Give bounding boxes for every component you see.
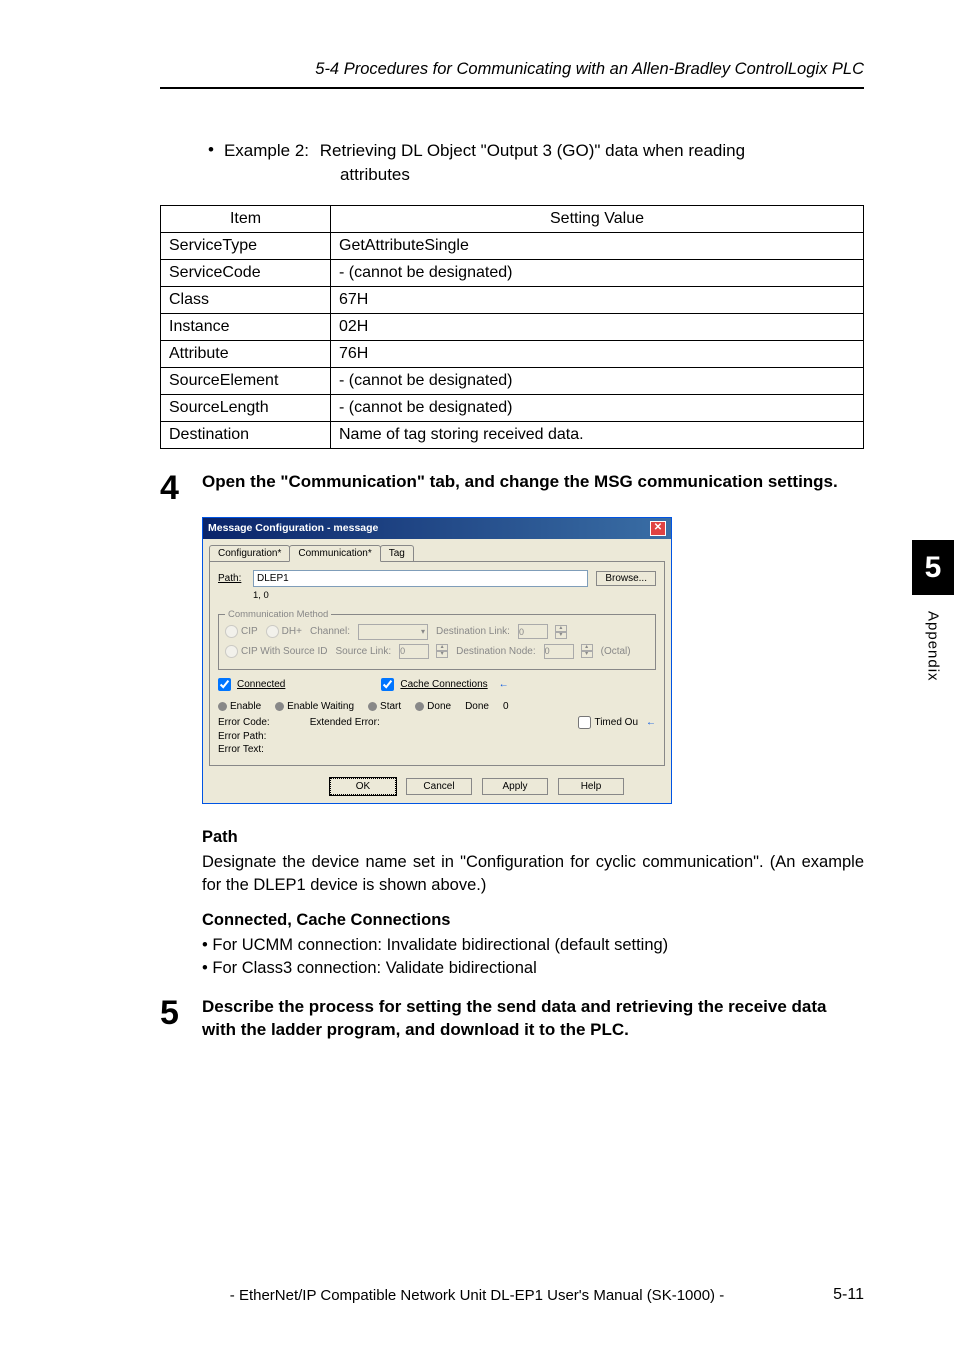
browse-button[interactable]: Browse... (596, 571, 656, 586)
channel-select: ▾ (358, 624, 428, 640)
bullet-item: For Class3 connection: Validate bidirect… (202, 957, 864, 980)
side-tab: 5 Appendix (912, 540, 954, 682)
chevron-down-icon: ▾ (421, 627, 425, 636)
dialog-body: Path: Browse... 1, 0 Communication Metho… (209, 561, 665, 766)
th-item: Item (161, 205, 331, 232)
status-row: Enable Enable Waiting Start Done Done 0 (218, 701, 656, 712)
comm-method-fieldset: Communication Method CIP DH+ Channel: ▾ … (218, 609, 656, 670)
tab-communication[interactable]: Communication* (289, 545, 380, 562)
channel-label: Channel: (310, 626, 350, 637)
led-icon (368, 702, 377, 711)
example-block: • Example 2: Retrieving DL Object "Outpu… (208, 139, 864, 187)
table-row: Class67H (161, 286, 864, 313)
dialog-title: Message Configuration - message (208, 522, 378, 534)
path-input[interactable] (253, 570, 588, 587)
comm-method-legend: Communication Method (225, 609, 331, 620)
bullet-item: For UCMM connection: Invalidate bidirect… (202, 934, 864, 957)
cache-checkbox[interactable] (381, 678, 394, 691)
close-icon[interactable]: ✕ (650, 521, 666, 536)
page-number: 5-11 (833, 1286, 864, 1304)
cancel-button[interactable]: Cancel (406, 778, 472, 795)
radio-cip (225, 625, 238, 638)
side-tab-num: 5 (912, 540, 954, 595)
example-label: Example 2: (224, 141, 309, 160)
source-link-label: Source Link: (336, 646, 392, 657)
bullet-icon: • (208, 139, 214, 160)
connected-heading: Connected, Cache Connections (202, 909, 864, 932)
step-4: 4 Open the "Communication" tab, and chan… (160, 471, 864, 505)
table-row: DestinationName of tag storing received … (161, 421, 864, 448)
error-text-label: Error Text: (218, 744, 656, 755)
timed-out-checkbox[interactable] (578, 716, 591, 729)
step-number: 5 (160, 996, 184, 1030)
tab-tag[interactable]: Tag (380, 545, 414, 561)
example-text-line2: attributes (340, 163, 745, 187)
step-text: Describe the process for setting the sen… (202, 996, 864, 1042)
step-5: 5 Describe the process for setting the s… (160, 996, 864, 1042)
running-header: 5-4 Procedures for Communicating with an… (160, 60, 864, 79)
done-label: Done (465, 701, 489, 712)
header-rule (160, 87, 864, 89)
led-icon (275, 702, 284, 711)
table-row: Attribute76H (161, 340, 864, 367)
tab-configuration[interactable]: Configuration* (209, 545, 290, 561)
radio-dh (266, 625, 279, 638)
arrow-left-icon: ← (499, 679, 509, 690)
spinner-icon: ▴▾ (581, 644, 593, 658)
table-row: ServiceCode- (cannot be designated) (161, 259, 864, 286)
table-row: ServiceTypeGetAttributeSingle (161, 232, 864, 259)
th-value: Setting Value (331, 205, 864, 232)
dialog-buttons: OK Cancel Apply Help (203, 772, 671, 803)
dest-node-label: Destination Node: (456, 646, 536, 657)
arrow-left-icon: ← (646, 717, 656, 728)
extended-error-label: Extended Error: (310, 717, 380, 728)
octal-label: (Octal) (601, 646, 631, 657)
source-link-input (399, 644, 429, 659)
led-icon (415, 702, 424, 711)
step-text: Open the "Communication" tab, and change… (202, 471, 838, 494)
path-label: Path: (218, 573, 253, 584)
table-row: SourceElement- (cannot be designated) (161, 367, 864, 394)
footer: - EtherNet/IP Compatible Network Unit DL… (0, 1287, 954, 1304)
table-row: Instance02H (161, 313, 864, 340)
settings-table: Item Setting Value ServiceTypeGetAttribu… (160, 205, 864, 449)
led-icon (218, 702, 227, 711)
step-number: 4 (160, 471, 184, 505)
cache-label: Cache Connections (400, 679, 487, 690)
message-config-dialog: Message Configuration - message ✕ Config… (202, 517, 672, 804)
dialog-tabs: Configuration* Communication* Tag (203, 539, 671, 561)
example-text-line1: Retrieving DL Object "Output 3 (GO)" dat… (320, 141, 745, 160)
done-value: 0 (503, 701, 509, 712)
connected-label: Connected (237, 679, 285, 690)
footer-text: - EtherNet/IP Compatible Network Unit DL… (230, 1287, 724, 1304)
connected-checkbox[interactable] (218, 678, 231, 691)
spinner-icon: ▴▾ (436, 644, 448, 658)
ok-button[interactable]: OK (330, 778, 396, 795)
spinner-icon: ▴▾ (555, 625, 567, 639)
dest-link-input (518, 624, 548, 639)
path-text: Designate the device name set in "Config… (202, 851, 864, 897)
radio-cip-with (225, 645, 238, 658)
side-tab-text: Appendix (925, 611, 942, 682)
error-row: Error Code: Extended Error: Timed Ou← (218, 716, 656, 729)
path-heading: Path (202, 826, 864, 849)
help-button[interactable]: Help (558, 778, 624, 795)
path-sub: 1, 0 (253, 590, 656, 601)
dialog-titlebar[interactable]: Message Configuration - message ✕ (203, 518, 671, 539)
apply-button[interactable]: Apply (482, 778, 548, 795)
dest-link-label: Destination Link: (436, 626, 510, 637)
table-row: SourceLength- (cannot be designated) (161, 394, 864, 421)
error-path-label: Error Path: (218, 731, 656, 742)
dest-node-input (544, 644, 574, 659)
